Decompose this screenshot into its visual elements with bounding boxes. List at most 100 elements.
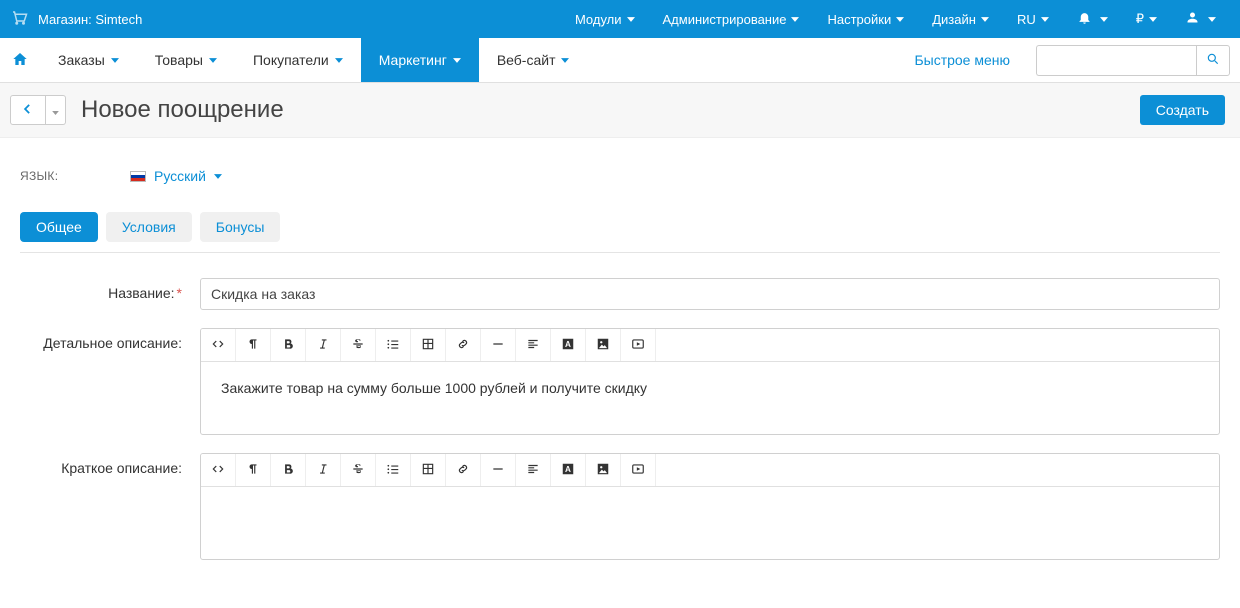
back-dropdown[interactable] bbox=[46, 95, 66, 125]
nav-marketing-label: Маркетинг bbox=[379, 52, 447, 68]
top-menu-currency-label: ₽ bbox=[1136, 11, 1144, 27]
top-menu-modules[interactable]: Модули bbox=[561, 0, 649, 38]
page-title: Новое поощрение bbox=[81, 96, 284, 124]
tb-bold-button[interactable] bbox=[271, 329, 306, 361]
top-menu-admin[interactable]: Администрирование bbox=[649, 0, 814, 38]
short-desc-textarea[interactable] bbox=[201, 487, 1219, 559]
table-icon bbox=[421, 337, 435, 354]
nav-home[interactable] bbox=[0, 38, 40, 82]
top-menu-design-label: Дизайн bbox=[932, 12, 976, 27]
quick-menu[interactable]: Быстрое меню bbox=[896, 38, 1028, 82]
tb-align-button[interactable] bbox=[516, 454, 551, 486]
back-button[interactable] bbox=[10, 95, 46, 125]
video-icon bbox=[631, 462, 645, 479]
image-icon bbox=[596, 462, 610, 479]
text-color-icon bbox=[561, 337, 575, 354]
tb-italic-button[interactable] bbox=[306, 454, 341, 486]
create-button[interactable]: Создать bbox=[1140, 95, 1225, 125]
tb-textcolor-button[interactable] bbox=[551, 454, 586, 486]
caret-down-icon bbox=[453, 58, 461, 63]
home-icon bbox=[12, 51, 28, 70]
store-label[interactable]: Магазин: Simtech bbox=[38, 12, 142, 27]
nav-marketing[interactable]: Маркетинг bbox=[361, 38, 479, 82]
video-icon bbox=[631, 337, 645, 354]
caret-down-icon bbox=[1041, 17, 1049, 22]
top-menu-currency[interactable]: ₽ bbox=[1122, 0, 1171, 38]
link-icon bbox=[456, 337, 470, 354]
tb-textcolor-button[interactable] bbox=[551, 329, 586, 361]
text-color-icon bbox=[561, 462, 575, 479]
list-ul-icon bbox=[386, 462, 400, 479]
caret-down-icon bbox=[1149, 17, 1157, 22]
editor-toolbar bbox=[201, 329, 1219, 362]
tb-align-button[interactable] bbox=[516, 329, 551, 361]
arrow-left-icon bbox=[21, 102, 35, 119]
tb-video-button[interactable] bbox=[621, 454, 656, 486]
caret-down-icon bbox=[111, 58, 119, 63]
tb-bold-button[interactable] bbox=[271, 454, 306, 486]
search-button[interactable] bbox=[1196, 45, 1230, 76]
top-menu-notifications[interactable] bbox=[1063, 0, 1122, 38]
cart-icon bbox=[10, 9, 28, 30]
required-indicator: * bbox=[177, 285, 182, 301]
top-menu-user[interactable] bbox=[1171, 0, 1230, 38]
tb-hr-button[interactable] bbox=[481, 454, 516, 486]
align-icon bbox=[526, 462, 540, 479]
caret-down-icon bbox=[791, 17, 799, 22]
topbar: Магазин: Simtech Модули Администрировани… bbox=[0, 0, 1240, 38]
tb-paragraph-button[interactable] bbox=[236, 329, 271, 361]
nav-customers-label: Покупатели bbox=[253, 52, 329, 68]
tb-strike-button[interactable] bbox=[341, 454, 376, 486]
detailed-desc-textarea[interactable]: Закажите товар на сумму больше 1000 рубл… bbox=[201, 362, 1219, 434]
nav-website[interactable]: Веб-сайт bbox=[479, 38, 588, 82]
tb-codeview-button[interactable] bbox=[201, 454, 236, 486]
top-menu-settings[interactable]: Настройки bbox=[813, 0, 918, 38]
user-icon bbox=[1185, 10, 1200, 28]
tb-table-button[interactable] bbox=[411, 329, 446, 361]
nav-products[interactable]: Товары bbox=[137, 38, 235, 82]
name-input[interactable] bbox=[200, 278, 1220, 310]
top-menu-lang[interactable]: RU bbox=[1003, 0, 1063, 38]
tb-video-button[interactable] bbox=[621, 329, 656, 361]
top-menu-admin-label: Администрирование bbox=[663, 12, 787, 27]
tb-hr-button[interactable] bbox=[481, 329, 516, 361]
caret-down-icon bbox=[627, 17, 635, 22]
tb-ul-button[interactable] bbox=[376, 329, 411, 361]
tab-bonuses[interactable]: Бонусы bbox=[200, 212, 281, 242]
tab-conditions[interactable]: Условия bbox=[106, 212, 192, 242]
top-menu-design[interactable]: Дизайн bbox=[918, 0, 1003, 38]
paragraph-icon bbox=[246, 337, 260, 354]
nav-orders-label: Заказы bbox=[58, 52, 105, 68]
tb-image-button[interactable] bbox=[586, 329, 621, 361]
strike-icon bbox=[351, 462, 365, 479]
caret-down-icon bbox=[335, 58, 343, 63]
editor-toolbar bbox=[201, 454, 1219, 487]
hr-icon bbox=[491, 462, 505, 479]
tb-codeview-button[interactable] bbox=[201, 329, 236, 361]
caret-down-icon bbox=[52, 103, 59, 118]
titlebar: Новое поощрение Создать bbox=[0, 83, 1240, 138]
tb-table-button[interactable] bbox=[411, 454, 446, 486]
language-value: Русский bbox=[154, 168, 206, 184]
search-input[interactable] bbox=[1036, 45, 1196, 76]
strike-icon bbox=[351, 337, 365, 354]
name-label: Название:* bbox=[20, 278, 200, 301]
tb-link-button[interactable] bbox=[446, 329, 481, 361]
tb-paragraph-button[interactable] bbox=[236, 454, 271, 486]
nav-orders[interactable]: Заказы bbox=[40, 38, 137, 82]
nav-products-label: Товары bbox=[155, 52, 203, 68]
tb-image-button[interactable] bbox=[586, 454, 621, 486]
tb-italic-button[interactable] bbox=[306, 329, 341, 361]
list-ul-icon bbox=[386, 337, 400, 354]
nav-customers[interactable]: Покупатели bbox=[235, 38, 361, 82]
tab-general[interactable]: Общее bbox=[20, 212, 98, 242]
tb-strike-button[interactable] bbox=[341, 329, 376, 361]
tb-link-button[interactable] bbox=[446, 454, 481, 486]
language-picker[interactable]: Русский bbox=[130, 168, 222, 184]
code-icon bbox=[211, 462, 225, 479]
tb-ul-button[interactable] bbox=[376, 454, 411, 486]
caret-down-icon bbox=[214, 174, 222, 179]
quick-menu-label: Быстрое меню bbox=[914, 52, 1010, 68]
table-icon bbox=[421, 462, 435, 479]
detailed-desc-editor: Закажите товар на сумму больше 1000 рубл… bbox=[200, 328, 1220, 435]
